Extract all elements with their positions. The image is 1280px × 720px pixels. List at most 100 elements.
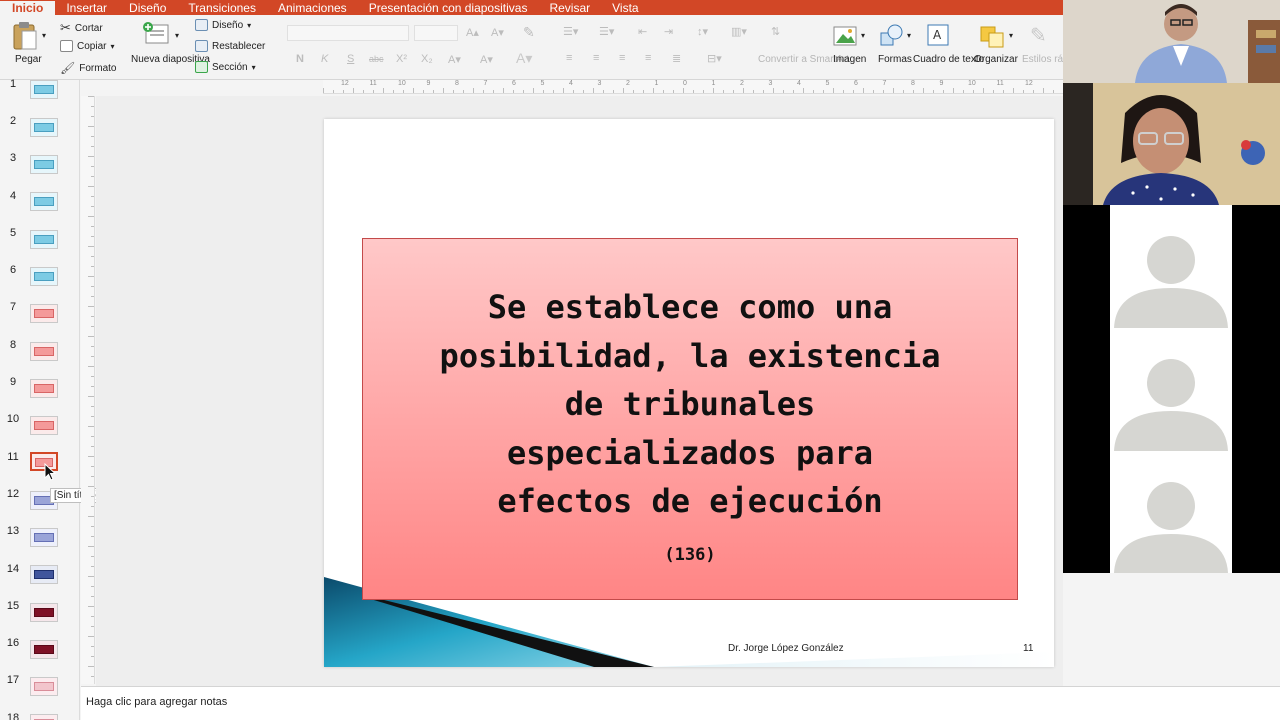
slide-thumbnail-15[interactable] (30, 603, 58, 622)
columns-icon[interactable]: ▥▾ (731, 25, 747, 38)
paste-chevron-icon[interactable]: ▾ (42, 31, 46, 40)
align-left-icon[interactable]: ≡ (566, 52, 572, 64)
slide-footer-number[interactable]: 11 (1023, 643, 1033, 654)
superscript-button[interactable]: X² (396, 53, 407, 65)
tab-presentacion[interactable]: Presentación con diapositivas (358, 1, 539, 15)
clear-format-icon[interactable]: ✎ (523, 24, 535, 41)
justify-icon[interactable]: ≡ (645, 52, 651, 64)
participant-video-4[interactable] (1110, 328, 1232, 451)
ruler-tick (963, 90, 964, 93)
tab-transiciones[interactable]: Transiciones (177, 1, 267, 15)
slide-thumbnail-4[interactable] (30, 192, 58, 211)
participant-video-5[interactable] (1110, 451, 1232, 573)
slide-thumbnail-9[interactable] (30, 379, 58, 398)
tab-insertar[interactable]: Insertar (55, 1, 118, 15)
bold-button[interactable]: N (296, 53, 304, 65)
tab-revisar[interactable]: Revisar (538, 1, 601, 15)
slide-thumbnail-10[interactable] (30, 416, 58, 435)
convert-smartart-button[interactable]: Convertir a SmartArt (758, 54, 849, 65)
slide-thumbnail-14[interactable] (30, 565, 58, 584)
participant-video-1[interactable] (1063, 0, 1280, 83)
distributed-icon[interactable]: ≣ (672, 52, 681, 65)
image-chevron-icon[interactable]: ▾ (861, 31, 865, 40)
layout-button[interactable]: Diseño ▾ (195, 19, 251, 31)
slide-thumbnail-8[interactable] (30, 342, 58, 361)
slide-thumbnail-6[interactable] (30, 267, 58, 286)
decrease-indent-icon[interactable]: ⇤ (638, 25, 647, 38)
line-spacing-icon[interactable]: ↕▾ (697, 25, 708, 38)
grow-font-icon[interactable]: A▴ (466, 26, 479, 39)
font-color-icon[interactable]: A▾ (516, 50, 532, 67)
ruler-tick (91, 466, 94, 467)
format-label: Formato (79, 62, 117, 74)
copy-button[interactable]: Copiar ▾ (60, 40, 114, 52)
ruler-tick (91, 176, 94, 177)
slide-footer-author[interactable]: Dr. Jorge López González (728, 643, 844, 654)
thumb-number: 6 (9, 264, 17, 276)
change-case-icon[interactable]: A▾ (480, 53, 493, 66)
tab-diseno[interactable]: Diseño (118, 1, 177, 15)
slide-thumbnail-3[interactable] (30, 155, 58, 174)
strikethrough-button[interactable]: abc (369, 54, 384, 64)
reset-button[interactable]: Restablecer (195, 40, 265, 52)
slide-text-box[interactable]: Se establece como una posibilidad, la ex… (362, 238, 1018, 600)
new-slide-chevron-icon[interactable]: ▾ (175, 31, 179, 40)
slide-thumbnail-2[interactable] (30, 118, 58, 137)
section-icon (195, 61, 208, 73)
participant-video-2[interactable] (1063, 83, 1280, 205)
current-slide[interactable]: Se establece como una posibilidad, la ex… (324, 119, 1054, 667)
slide-title[interactable]: Se establece como una posibilidad, la ex… (369, 283, 1011, 526)
slide-thumbnail-13[interactable] (30, 528, 58, 547)
notes-pane[interactable]: Haga clic para agregar notas (81, 686, 1280, 720)
thumb-number: 2 (9, 115, 17, 127)
ruler-label: 2 (626, 80, 630, 87)
ruler-tick (563, 88, 564, 93)
numbering-icon[interactable]: ☰▾ (599, 25, 614, 38)
text-direction-icon[interactable]: ⇅ (771, 25, 780, 38)
bullets-icon[interactable]: ☰▾ (563, 25, 578, 38)
slide-thumbnail-5[interactable] (30, 230, 58, 249)
arrange-chevron-icon[interactable]: ▾ (1009, 31, 1013, 40)
layout-chevron-icon: ▾ (247, 20, 252, 30)
ruler-tick (91, 356, 94, 357)
font-family-select[interactable] (287, 25, 409, 41)
ruler-label: 11 (369, 80, 377, 87)
ruler-label: 7 (882, 80, 887, 87)
slide-thumbnail-18[interactable] (30, 714, 58, 720)
participant-video-3[interactable] (1110, 205, 1232, 328)
slide-thumbnail-7[interactable] (30, 304, 58, 323)
slide-thumbnails-pane[interactable]: 1 2 3 4 5 6 7 8 9 10 11 12 13 14 15 16 1… (0, 78, 80, 720)
ruler-tick (353, 88, 354, 93)
ruler-tick (523, 90, 524, 93)
section-button[interactable]: Sección ▾ (195, 61, 256, 73)
slide-subtitle[interactable]: (136) (363, 545, 1017, 565)
align-center-icon[interactable]: ≡ (593, 52, 599, 64)
format-painter-button[interactable]: 🖌 Formato (60, 61, 116, 75)
copy-chevron-icon: ▾ (110, 41, 115, 51)
ruler-tick (843, 90, 844, 93)
shapes-chevron-icon[interactable]: ▾ (907, 31, 911, 40)
ruler-tick (943, 90, 944, 93)
increase-indent-icon[interactable]: ⇥ (664, 25, 673, 38)
font-size-select[interactable] (414, 25, 458, 41)
align-text-icon[interactable]: ⊟▾ (707, 52, 722, 65)
text-effects-icon[interactable]: A▾ (448, 53, 461, 66)
ruler-tick (713, 88, 714, 93)
ruler-tick (91, 166, 94, 167)
slide-thumbnail-16[interactable] (30, 640, 58, 659)
cut-label: Cortar (74, 22, 103, 34)
horizontal-ruler: 12 11 10 9 8 7 6 5 4 3 2 1 0 1 2 3 4 5 6 7 8 9 10 11 12 (323, 80, 1063, 94)
shrink-font-icon[interactable]: A▾ (491, 26, 504, 39)
thumb-number: 10 (6, 413, 20, 425)
underline-button[interactable]: S (347, 53, 354, 65)
tab-inicio[interactable]: Inicio (0, 1, 56, 15)
tab-vista[interactable]: Vista (601, 1, 649, 15)
italic-button[interactable]: K (321, 53, 328, 65)
ruler-tick (643, 90, 644, 93)
tab-animaciones[interactable]: Animaciones (267, 1, 358, 15)
slide-thumbnail-17[interactable] (30, 677, 58, 696)
subscript-button[interactable]: X₂ (421, 53, 433, 65)
align-right-icon[interactable]: ≡ (619, 52, 625, 64)
cut-button[interactable]: ✂ Cortar (60, 20, 103, 36)
slide-thumbnail-1[interactable] (30, 80, 58, 99)
